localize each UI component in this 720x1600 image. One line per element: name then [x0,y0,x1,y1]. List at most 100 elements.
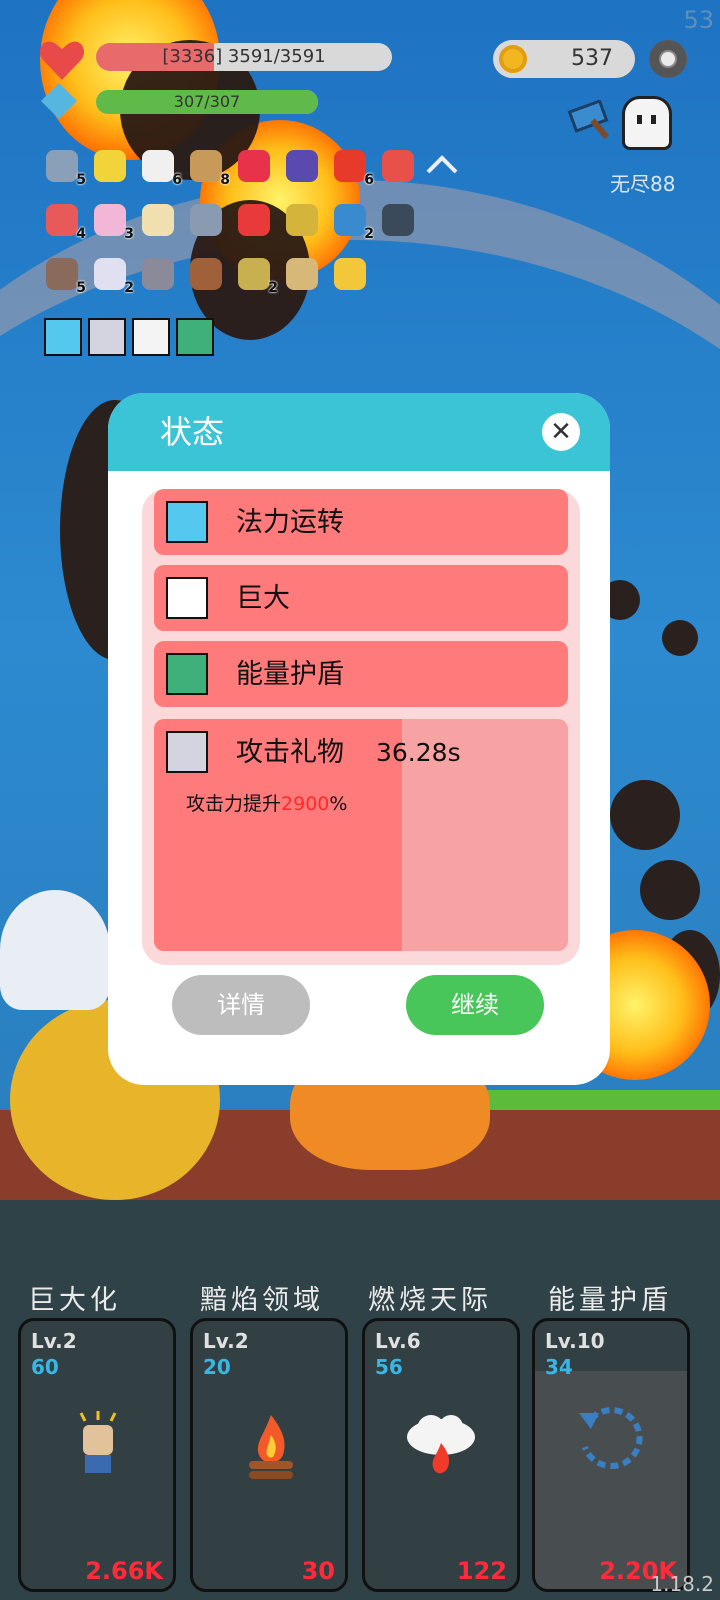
envelope-icon[interactable]: 2 [90,254,134,296]
skill-upgrade-price: 30 [301,1557,335,1585]
mana-text: 307/307 [173,92,241,111]
target-icon[interactable]: 5 [42,254,86,296]
skill-level: Lv.10 [545,1329,605,1353]
item-count: 4 [76,226,86,242]
status-item[interactable]: 能量护盾 [154,641,568,707]
cooldown-arrow-icon [571,1399,651,1479]
status-timer: 36.28s [376,738,461,767]
flower-icon[interactable]: 6 [138,146,182,188]
strawberry-icon[interactable] [234,200,274,240]
energy-shield-icon[interactable] [176,318,214,356]
mana-bar: 307/307 [96,90,318,114]
skill-title: 巨大化 [28,1285,121,1316]
wizard-hat-icon[interactable] [282,146,322,186]
coin-icon [499,45,527,73]
skill-card-dark-flame[interactable]: Lv.2 20 30 [190,1318,348,1592]
lightbulb-icon[interactable] [90,146,130,186]
giant-icon[interactable] [132,318,170,356]
fps-counter: 53 [683,6,714,34]
mana-flow-icon[interactable] [44,318,82,356]
fire-cloud-icon [401,1411,481,1481]
skill-mana-cost: 34 [545,1355,573,1379]
treasure-map-icon[interactable] [138,200,178,240]
skill-upgrade-price: 2.66K [85,1557,163,1585]
item-count: 8 [220,172,230,188]
item-count: 3 [124,226,134,242]
status-item-active[interactable]: 攻击礼物 36.28s 攻击力提升2900% [154,719,568,951]
skill-mana-cost: 20 [203,1355,231,1379]
battery-icon[interactable]: 2 [234,254,278,296]
skill-card-energy-shield[interactable]: Lv.10 34 2.20K [532,1318,690,1592]
item-count: 6 [172,172,182,188]
mana-flow-icon [166,501,208,543]
ground-grass [480,1090,720,1110]
book-icon[interactable]: 8 [186,146,230,188]
dialog-header: 状态 ✕ [108,393,610,471]
desc-prefix: 攻击力提升 [186,793,282,815]
gravestone-icon[interactable] [138,254,178,294]
gift-icon[interactable] [378,146,418,186]
item-count: 5 [76,280,86,296]
watermelon-icon[interactable]: 4 [42,200,86,242]
skill-level: Lv.6 [375,1329,421,1353]
desc-value: 2900 [281,793,330,815]
item-count: 2 [268,280,278,296]
skill-upgrade-price: 122 [456,1557,507,1585]
cheese-icon[interactable] [330,254,370,294]
gold-counter: 537 [493,40,635,78]
giant-icon [166,577,208,619]
player-character [0,890,110,1010]
status-dialog: 状态 ✕ 法力运转 巨大 能量护盾 攻击礼物 36.28s 攻击力提升2900%… [108,393,610,1085]
ice-cream-icon[interactable]: 3 [90,200,134,242]
item-count: 5 [76,172,86,188]
energy-shield-icon [166,653,208,695]
skill-card-giant[interactable]: Lv.2 60 2.66K [18,1318,176,1592]
gem-icon[interactable] [234,146,274,186]
status-name: 巨大 [236,583,290,614]
campfire-icon [243,1411,299,1481]
skill-title: 黯焰领域 [200,1285,324,1316]
skill-title: 燃烧天际 [368,1285,492,1316]
status-name: 法力运转 [236,507,344,538]
continue-button[interactable]: 继续 [406,975,544,1035]
settings-gear-icon[interactable] [649,40,687,78]
status-name: 能量护盾 [236,659,344,690]
version-label: 1.18.2 [650,1572,714,1596]
ghost-icon[interactable] [622,96,672,150]
smoke-cloud [662,620,698,656]
skill-card-burning-sky[interactable]: Lv.6 56 122 [362,1318,520,1592]
item-count: 2 [124,280,134,296]
skill-mana-cost: 56 [375,1355,403,1379]
chevron-up-icon[interactable] [424,152,460,176]
hammer-icon[interactable] [566,99,616,140]
smoke-cloud [610,780,680,850]
hp-text: [3336] 3591/3591 [162,46,326,67]
attack-gift-icon [166,731,208,773]
endless-level-label: 无尽88 [610,172,676,196]
close-icon[interactable]: ✕ [542,413,580,451]
skill-title: 能量护盾 [548,1285,672,1316]
status-item[interactable]: 法力运转 [154,489,568,555]
attack-gift-icon[interactable] [88,318,126,356]
status-item[interactable]: 巨大 [154,565,568,631]
skull-book-icon[interactable] [378,200,418,240]
smoke-cloud [640,860,700,920]
item-count: 2 [364,226,374,242]
dagger-icon[interactable]: 2 [330,200,374,242]
status-list: 法力运转 巨大 能量护盾 攻击礼物 36.28s 攻击力提升2900% [142,489,580,965]
egg-icon[interactable] [282,200,322,240]
fist-icon [75,1411,121,1481]
scroll-icon[interactable] [282,254,322,294]
meat-icon[interactable] [186,254,226,294]
item-count: 6 [364,172,374,188]
hp-bar: [3336] 3591/3591 [96,43,392,71]
sword-icon[interactable]: 5 [42,146,86,188]
skill-level: Lv.2 [203,1329,249,1353]
shuriken-icon[interactable] [186,200,226,240]
desc-suffix: % [329,793,348,815]
apple-icon[interactable]: 6 [330,146,374,188]
details-button[interactable]: 详情 [172,975,310,1035]
dialog-title: 状态 [160,413,225,451]
status-name: 攻击礼物 [236,737,344,768]
skill-mana-cost: 60 [31,1355,59,1379]
